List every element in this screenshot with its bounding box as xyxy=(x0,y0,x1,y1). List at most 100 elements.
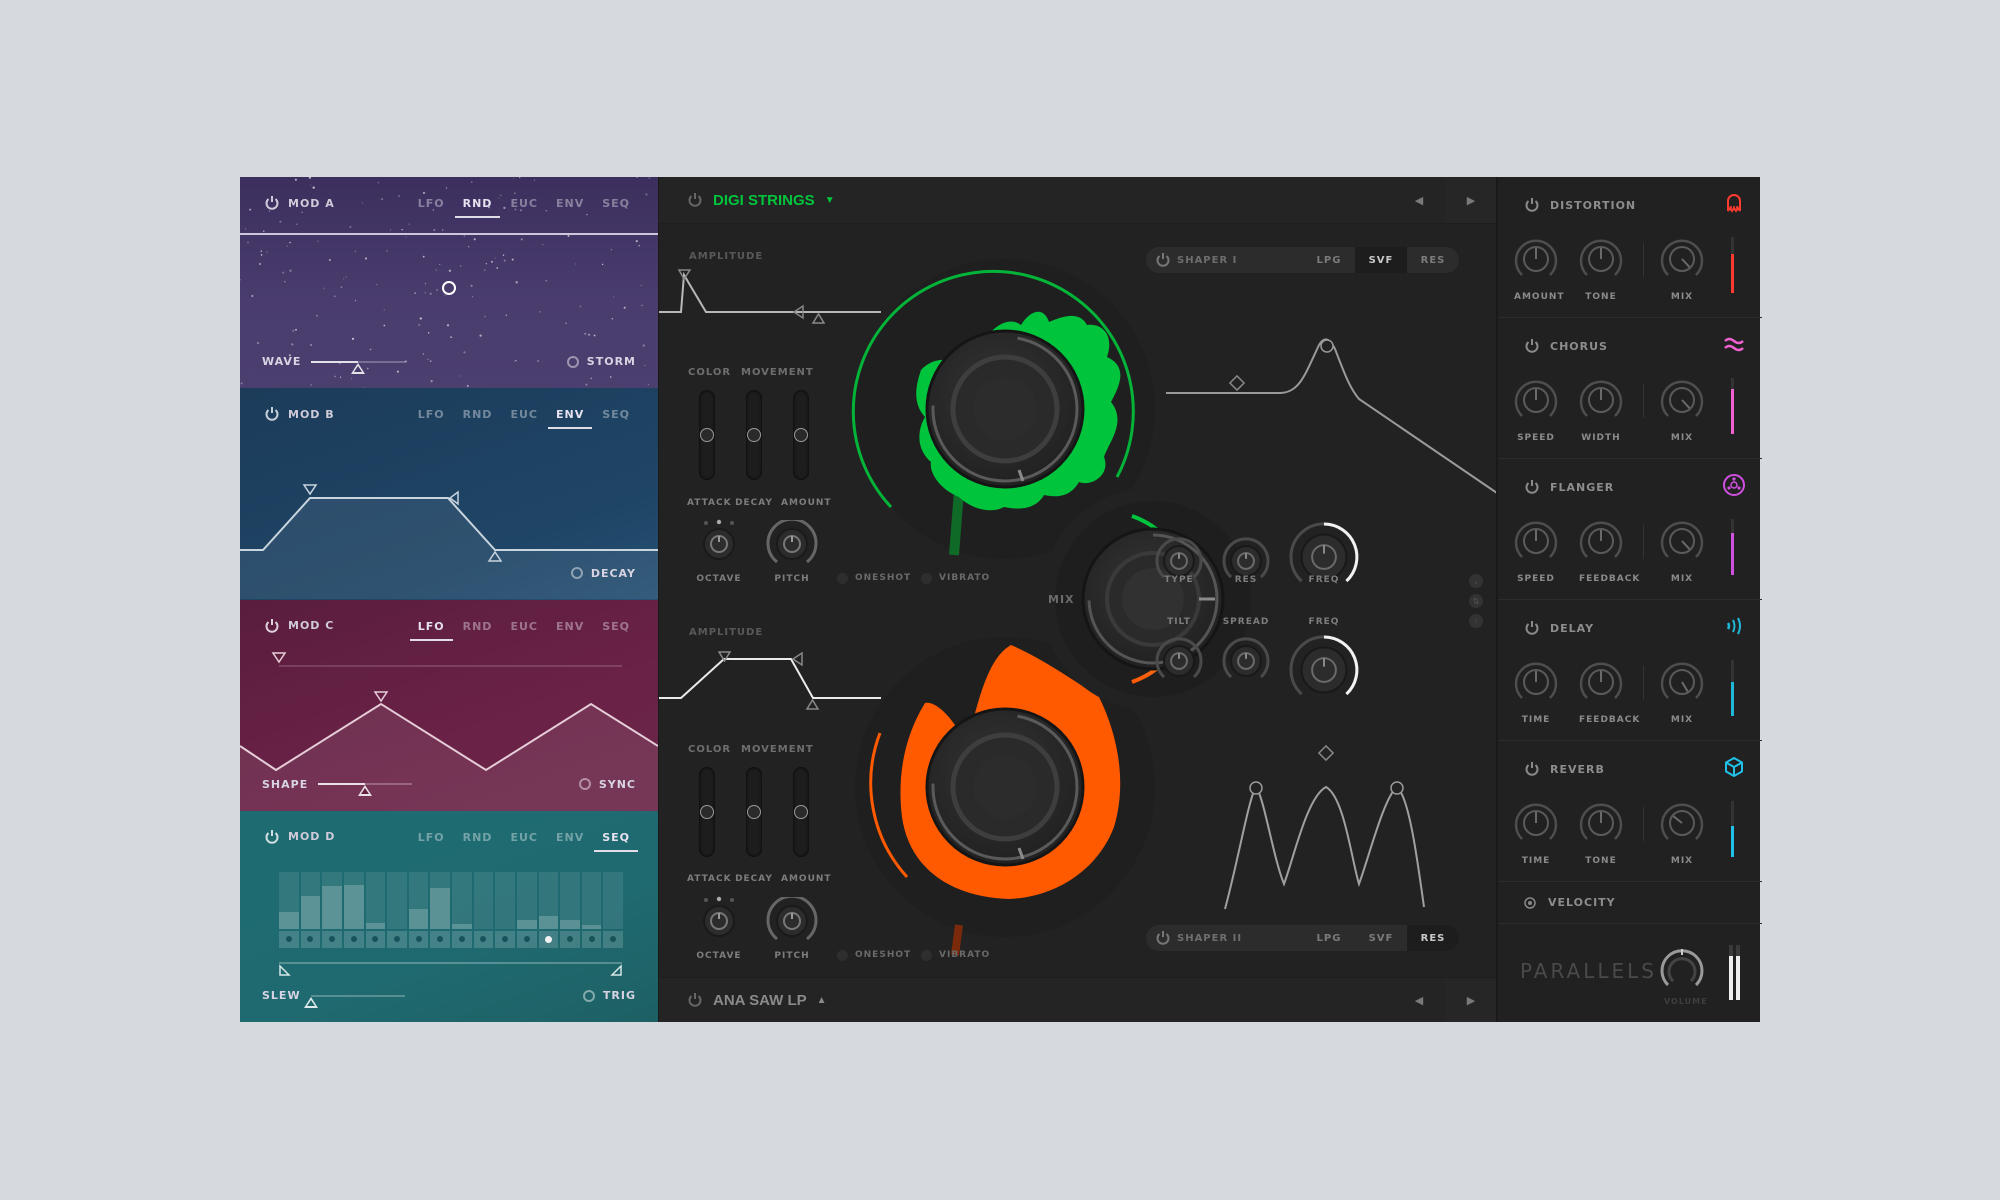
shaper-2-res[interactable]: RES xyxy=(1407,925,1459,951)
dropdown-arrow-icon[interactable]: ▲ xyxy=(817,995,827,1006)
next-preset-button[interactable]: ▶ xyxy=(1445,978,1497,1022)
mix-knob[interactable]: MIX xyxy=(1660,237,1704,302)
vibrato-toggle-bottom[interactable] xyxy=(921,950,932,961)
tab-lfo[interactable]: LFO xyxy=(418,408,445,427)
tab-seq[interactable]: SEQ xyxy=(602,620,630,639)
seq-step-value[interactable] xyxy=(430,871,450,929)
tab-lfo[interactable]: LFO xyxy=(409,620,453,641)
velocity-row[interactable]: VELOCITY xyxy=(1498,882,1762,924)
step-sequencer[interactable] xyxy=(279,871,623,948)
tab-lfo[interactable]: LFO xyxy=(418,831,445,850)
slider-thumb[interactable] xyxy=(794,428,808,442)
tab-seq[interactable]: SEQ xyxy=(594,831,638,852)
tone-knob[interactable]: TONE xyxy=(1579,237,1623,302)
seq-step[interactable] xyxy=(538,871,559,948)
power-icon[interactable] xyxy=(264,829,280,845)
tab-euc[interactable]: EUC xyxy=(510,831,538,850)
power-icon[interactable] xyxy=(1524,197,1540,213)
prev-preset-button[interactable]: ◀ xyxy=(1393,978,1445,1022)
seq-step[interactable] xyxy=(581,871,602,948)
seq-step-value[interactable] xyxy=(343,871,364,929)
freq-knob-2[interactable] xyxy=(1289,635,1359,696)
seq-step-value[interactable] xyxy=(603,871,623,929)
fx-level-meter[interactable] xyxy=(1731,519,1734,575)
arrow-both-icon[interactable]: ⇅ xyxy=(1469,594,1483,608)
shaper-2-lpg[interactable]: LPG xyxy=(1303,925,1355,951)
shaper-2-handle-2[interactable] xyxy=(1390,781,1404,795)
seq-step-value[interactable] xyxy=(322,871,342,929)
seq-step-value[interactable] xyxy=(300,871,321,929)
seq-step-trigger[interactable] xyxy=(279,930,299,948)
tab-euc[interactable]: EUC xyxy=(510,197,538,216)
seq-step[interactable] xyxy=(365,871,386,948)
power-icon[interactable] xyxy=(687,992,703,1008)
pitch-knob-bottom[interactable] xyxy=(765,897,819,947)
seq-step-value[interactable] xyxy=(495,871,515,929)
shaper-1-freq-handle[interactable] xyxy=(1320,339,1334,353)
slew-slider[interactable] xyxy=(303,990,405,1008)
fx-level-meter[interactable] xyxy=(1731,801,1734,857)
power-icon[interactable] xyxy=(1155,930,1171,946)
power-icon[interactable] xyxy=(264,618,280,634)
tab-env[interactable]: ENV xyxy=(556,620,584,639)
shape-slider[interactable] xyxy=(318,778,413,797)
speed-knob[interactable]: SPEED xyxy=(1514,519,1558,584)
power-icon[interactable] xyxy=(1524,761,1540,777)
seq-step[interactable] xyxy=(387,871,407,948)
vibrato-toggle-top[interactable] xyxy=(921,573,932,584)
slider-thumb[interactable] xyxy=(358,785,373,797)
amount-slider-top[interactable] xyxy=(793,390,809,480)
fx-level-meter[interactable] xyxy=(1731,660,1734,716)
slider-thumb[interactable] xyxy=(351,362,366,374)
tab-rnd[interactable]: RND xyxy=(463,408,493,427)
seq-step-trigger[interactable] xyxy=(430,930,450,948)
seq-step[interactable] xyxy=(279,871,299,948)
time-knob[interactable]: TIME xyxy=(1514,660,1558,725)
seq-step-trigger[interactable] xyxy=(300,930,321,948)
seq-step-trigger[interactable] xyxy=(473,930,494,948)
power-icon[interactable] xyxy=(1524,479,1540,495)
shaper-2-svf[interactable]: SVF xyxy=(1355,925,1407,951)
seq-step-trigger[interactable] xyxy=(495,930,515,948)
seq-step[interactable] xyxy=(603,871,623,948)
amount-slider-bottom[interactable] xyxy=(793,767,809,857)
seq-step[interactable] xyxy=(430,871,450,948)
lfo-rate-handle[interactable] xyxy=(271,651,287,663)
release-handle-top[interactable] xyxy=(811,312,826,324)
seq-step-trigger[interactable] xyxy=(560,930,580,948)
arrow-down-icon[interactable]: ↓ xyxy=(1469,574,1483,588)
power-icon[interactable] xyxy=(1155,252,1171,268)
tab-rnd[interactable]: RND xyxy=(454,197,501,218)
tab-seq[interactable]: SEQ xyxy=(602,408,630,427)
freq-knob-1[interactable] xyxy=(1289,522,1359,583)
tone-knob[interactable]: TONE xyxy=(1579,801,1623,866)
seq-step-trigger[interactable] xyxy=(538,930,559,948)
power-icon[interactable] xyxy=(264,406,280,422)
slider-thumb[interactable] xyxy=(794,805,808,819)
storm-toggle[interactable]: STORM xyxy=(566,355,636,368)
preset-name[interactable]: ANA SAW LP xyxy=(713,992,807,1009)
seq-step-trigger[interactable] xyxy=(452,930,472,948)
feedback-knob[interactable]: FEEDBACK xyxy=(1579,519,1639,584)
seq-step[interactable] xyxy=(560,871,580,948)
shaper-2-handle-1[interactable] xyxy=(1249,781,1263,795)
slider-thumb[interactable] xyxy=(303,996,318,1008)
seq-step[interactable] xyxy=(408,871,429,948)
mix-knob[interactable]: MIX xyxy=(1660,519,1704,584)
fx-level-meter[interactable] xyxy=(1731,378,1734,434)
tab-rnd[interactable]: RND xyxy=(463,620,493,639)
sync-toggle[interactable]: SYNC xyxy=(578,778,636,791)
mix-knob[interactable]: MIX xyxy=(1660,801,1704,866)
mix-knob[interactable]: MIX xyxy=(1660,378,1704,443)
seq-step-trigger[interactable] xyxy=(408,930,429,948)
pitch-knob-top[interactable] xyxy=(765,520,819,570)
octave-knob-bottom[interactable] xyxy=(699,896,739,940)
fx-level-meter[interactable] xyxy=(1731,237,1734,293)
seq-step-trigger[interactable] xyxy=(581,930,602,948)
seq-step[interactable] xyxy=(343,871,364,948)
tab-rnd[interactable]: RND xyxy=(463,831,493,850)
seq-step[interactable] xyxy=(516,871,537,948)
shaper-1-svf[interactable]: SVF xyxy=(1355,247,1407,273)
seq-step-value[interactable] xyxy=(279,871,299,929)
shaper-2-point-handle[interactable] xyxy=(1317,744,1335,762)
